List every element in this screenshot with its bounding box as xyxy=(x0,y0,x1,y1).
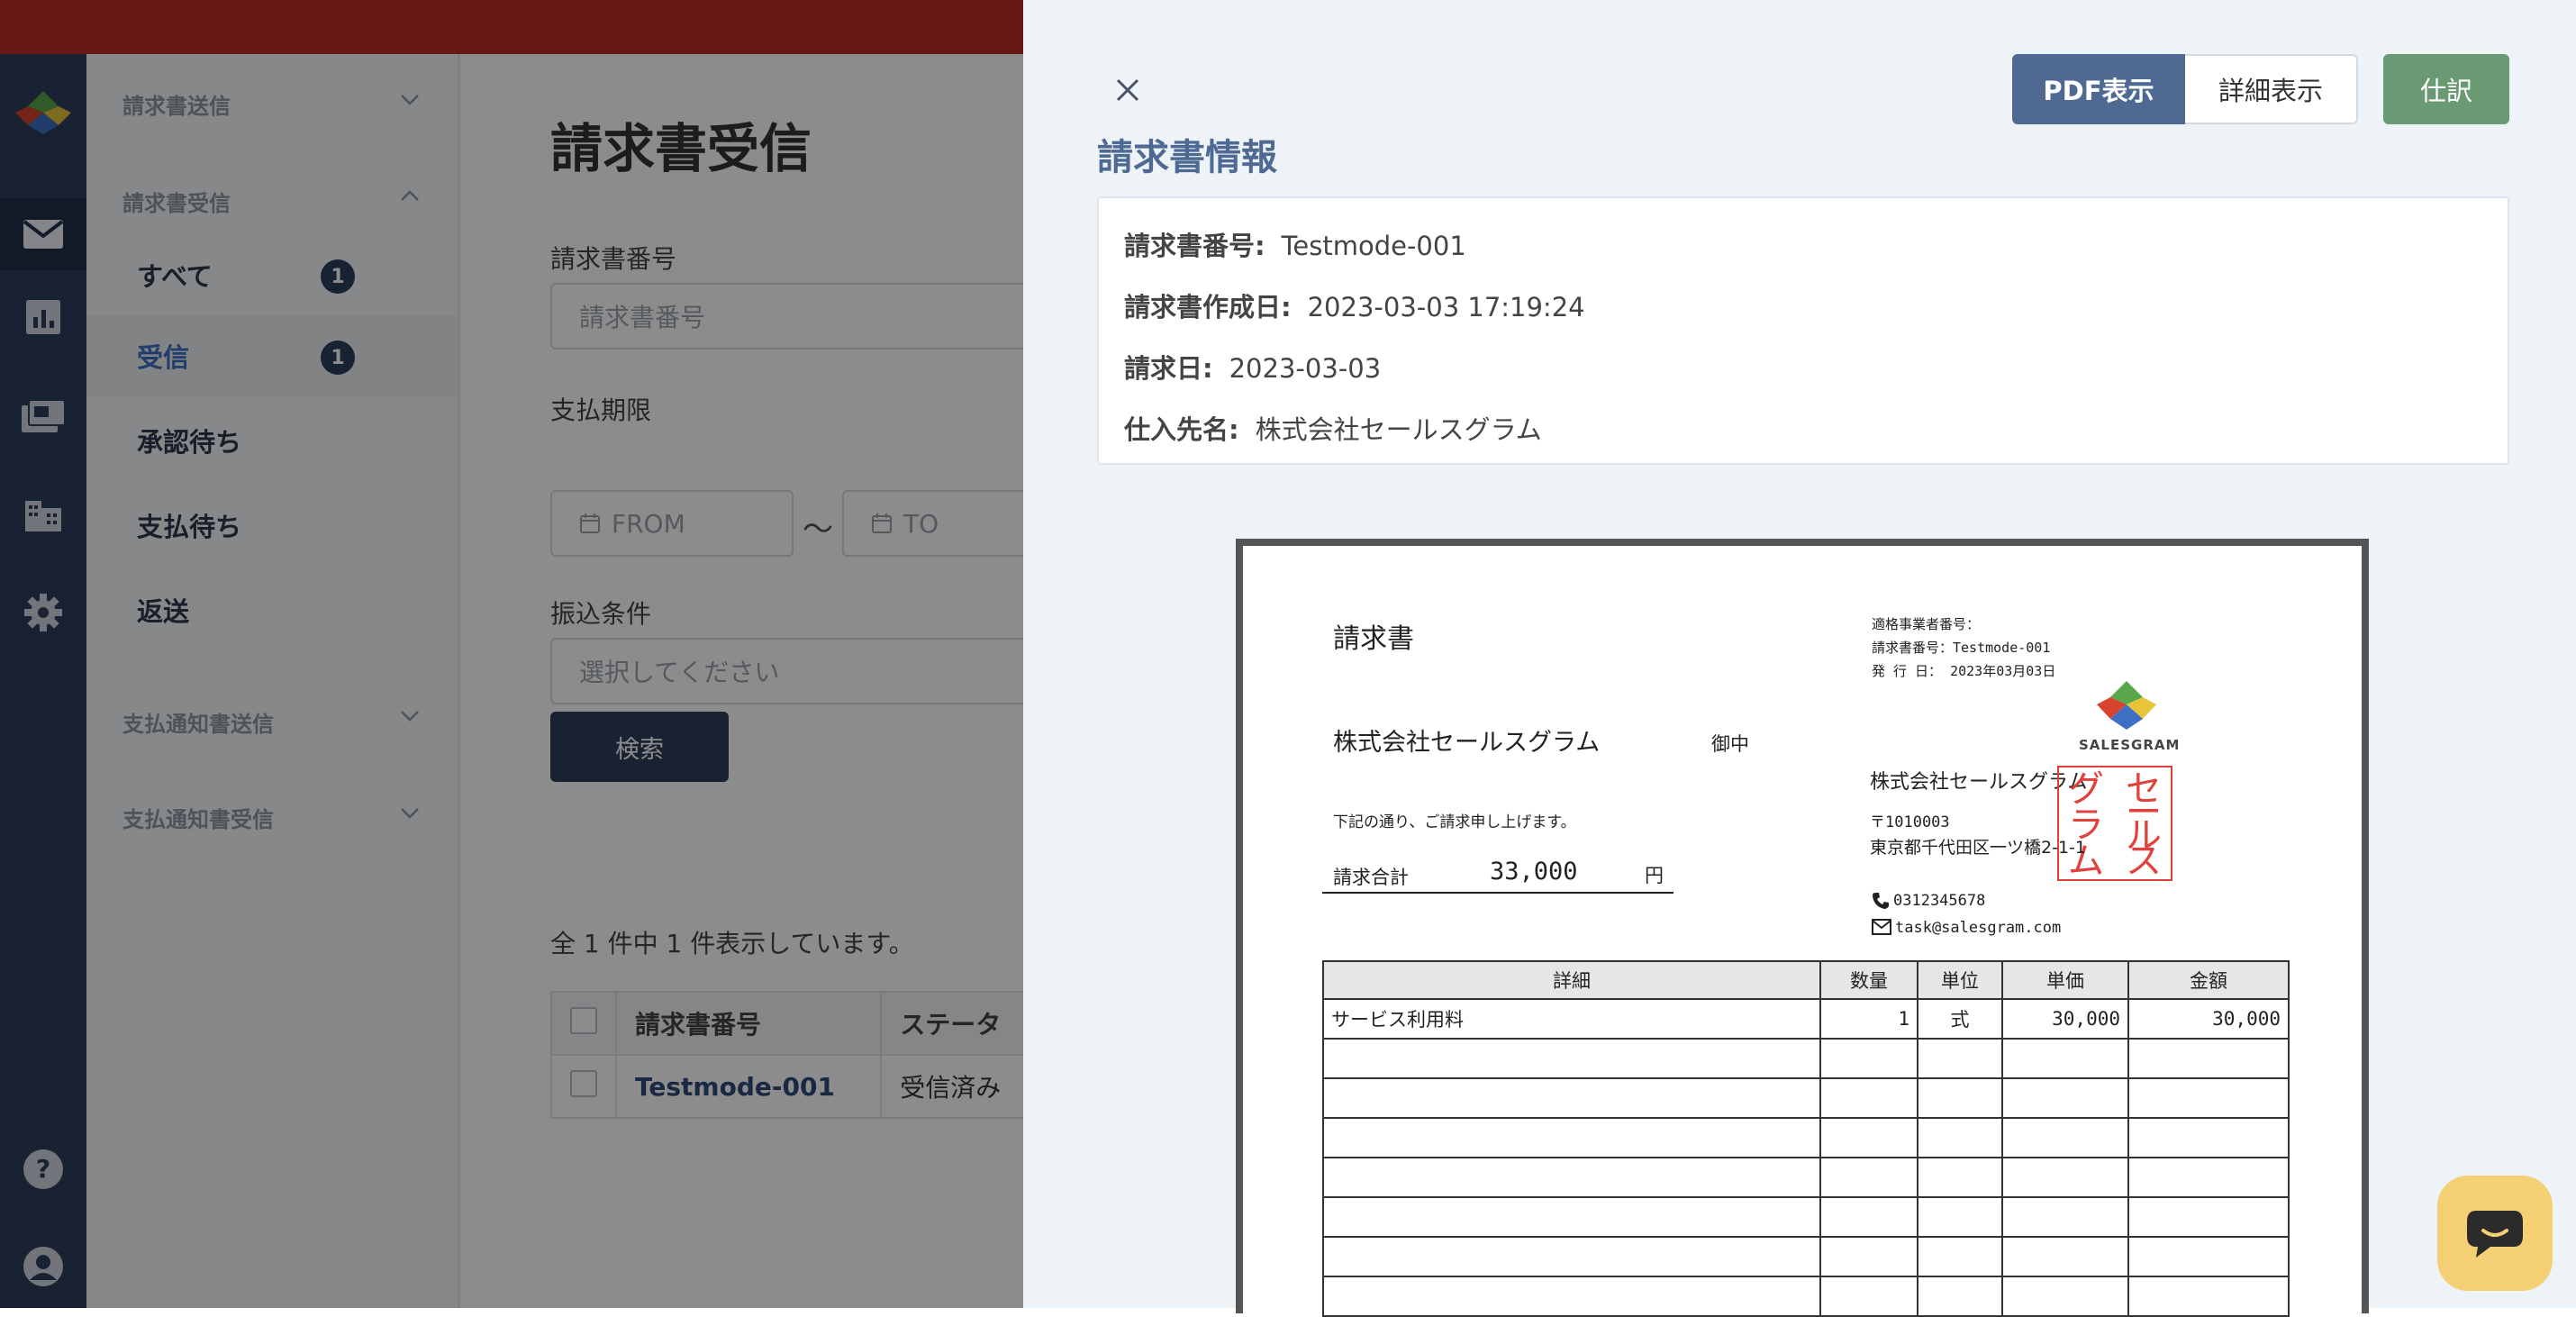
info-label: 請求書番号: xyxy=(1124,231,1265,261)
info-row-supplier: 仕入先名: 株式会社セールスグラム xyxy=(1124,409,1542,447)
journal-button[interactable]: 仕訳 xyxy=(2383,54,2509,124)
pdf-recipient: 株式会社セールスグラム xyxy=(1333,729,1601,757)
info-label: 請求書作成日: xyxy=(1124,292,1292,322)
pdf-doc-title: 請求書 xyxy=(1333,623,1414,655)
line-price: 30,000 xyxy=(2001,998,2129,1040)
info-row-invoice-no: 請求書番号: Testmode-001 xyxy=(1124,225,1466,263)
table-header-row: 詳細 数量 単位 単価 金額 xyxy=(1322,960,2290,1000)
drawer-title: 請求書情報 xyxy=(1097,137,1277,178)
table-row xyxy=(1322,1117,2290,1158)
info-label: 請求日: xyxy=(1124,353,1213,384)
salesgram-logo-icon xyxy=(2097,681,2156,730)
close-icon xyxy=(1116,78,1139,102)
info-value: 2023-03-03 xyxy=(1229,353,1382,384)
info-value: Testmode-001 xyxy=(1281,231,1466,261)
pdf-total-label: 請求合計 xyxy=(1333,867,1409,888)
table-row xyxy=(1322,1038,2290,1079)
column-header: 単価 xyxy=(2001,960,2129,1000)
invoice-info-card: 請求書番号: Testmode-001 請求書作成日: 2023-03-03 17:… xyxy=(1097,196,2509,465)
chat-icon xyxy=(2467,1211,2523,1258)
pdf-line-items-table: 詳細 数量 単位 単価 金額 サービス利用料 1 式 30,000 30,000 xyxy=(1322,960,2290,1317)
pdf-total-value: 33,000 xyxy=(1490,858,1578,886)
pdf-registration-no: 適格事業者番号： xyxy=(1872,616,1981,632)
line-qty: 1 xyxy=(1819,998,1918,1040)
salesgram-logo-text: SALESGRAM xyxy=(2079,737,2181,753)
invoice-detail-drawer: PDF表示 詳細表示 仕訳 請求書情報 請求書番号: Testmode-001 請… xyxy=(1023,0,2576,1317)
info-value: 株式会社セールスグラム xyxy=(1255,414,1542,445)
table-row xyxy=(1322,1276,2290,1317)
close-button[interactable] xyxy=(1110,72,1146,108)
column-header: 数量 xyxy=(1819,960,1918,1000)
info-label: 仕入先名: xyxy=(1124,414,1239,445)
line-amount: 30,000 xyxy=(2127,998,2290,1040)
table-row xyxy=(1322,1236,2290,1277)
column-header: 単位 xyxy=(1917,960,2003,1000)
invoice-pdf-preview[interactable]: 請求書 適格事業者番号： 請求書番号：Testmode-001 発 行 日： 2… xyxy=(1236,539,2369,1317)
info-row-invoice-date: 請求日: 2023-03-03 xyxy=(1124,348,1381,386)
pdf-view-button[interactable]: PDF表示 xyxy=(2012,54,2185,124)
pdf-postal: 〒1010003 xyxy=(1870,813,1950,831)
pdf-sender-company: 株式会社セールスグラム xyxy=(1870,771,2088,794)
pdf-total-unit: 円 xyxy=(1645,865,1664,886)
modal-backdrop[interactable] xyxy=(0,0,1023,1308)
info-value: 2023-03-03 17:19:24 xyxy=(1307,292,1585,322)
pdf-email: task@salesgram.com xyxy=(1895,919,2062,937)
pdf-invoice-no: 請求書番号：Testmode-001 xyxy=(1872,640,2051,656)
line-detail: サービス利用料 xyxy=(1322,998,1821,1040)
info-row-created-at: 請求書作成日: 2023-03-03 17:19:24 xyxy=(1124,286,1585,324)
table-row xyxy=(1322,1196,2290,1238)
column-header: 詳細 xyxy=(1322,960,1821,1000)
company-seal-stamp: セ ー ル ス グ ラ ム xyxy=(2057,766,2172,881)
table-row xyxy=(1322,1157,2290,1198)
pdf-total-box: 請求合計 33,000 円 xyxy=(1322,854,1673,894)
pdf-issue-date: 発 行 日： 2023年03月03日 xyxy=(1872,663,2056,679)
table-row xyxy=(1322,1077,2290,1119)
chat-widget-button[interactable] xyxy=(2437,1176,2553,1291)
line-unit: 式 xyxy=(1917,998,2003,1040)
pdf-honorific: 御中 xyxy=(1711,733,1749,755)
phone-icon xyxy=(1873,893,1889,909)
view-toggle: PDF表示 詳細表示 xyxy=(2012,54,2358,124)
detail-view-button[interactable]: 詳細表示 xyxy=(2185,54,2358,124)
table-row: サービス利用料 1 式 30,000 30,000 xyxy=(1322,998,2290,1040)
pdf-message: 下記の通り、ご請求申し上げます。 xyxy=(1333,813,1576,831)
pdf-phone: 0312345678 xyxy=(1893,892,1986,910)
envelope-icon xyxy=(1872,919,1891,935)
column-header: 金額 xyxy=(2127,960,2290,1000)
pdf-address: 東京都千代田区一ツ橋2-1-1 xyxy=(1870,838,2086,858)
